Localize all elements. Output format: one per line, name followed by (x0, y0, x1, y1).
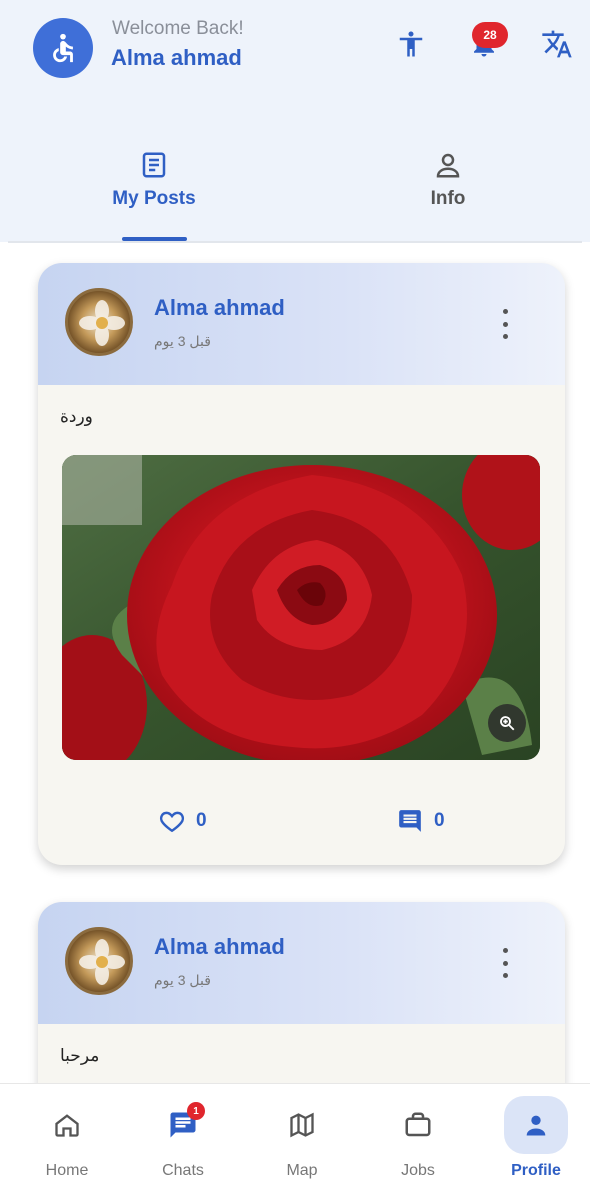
wheelchair-icon (53, 33, 73, 63)
comment-icon (399, 810, 421, 832)
post-text: مرحبا (60, 1046, 100, 1066)
tab-info[interactable]: Info (368, 150, 528, 230)
translate-icon (542, 30, 572, 58)
nav-map[interactable]: Map (247, 1084, 357, 1186)
nav-profile[interactable]: Profile (481, 1084, 590, 1186)
post-time: قبل 3 يوم (154, 972, 211, 988)
post-menu-button[interactable] (493, 309, 517, 339)
app-header: Welcome Back! Alma ahmad 28 My Posts Inf… (0, 0, 590, 242)
heart-icon (159, 811, 185, 833)
translate-button[interactable] (535, 22, 579, 66)
comment-count: 0 (434, 810, 445, 831)
zoom-in-icon (500, 716, 515, 731)
map-icon (290, 1112, 314, 1138)
notification-badge: 28 (472, 22, 508, 48)
nav-jobs[interactable]: Jobs (363, 1084, 473, 1186)
author-avatar[interactable] (65, 288, 133, 356)
bottom-navigation: Home 1 Chats Map Jobs Profile (0, 1083, 590, 1186)
username: Alma ahmad (111, 45, 242, 70)
accessibility-avatar[interactable] (33, 18, 93, 78)
welcome-text: Welcome Back! (112, 18, 244, 39)
tab-my-posts[interactable]: My Posts (74, 150, 234, 230)
zoom-button[interactable] (488, 704, 526, 742)
post-card: Alma ahmad قبل 3 يوم وردة 0 0 (38, 263, 565, 865)
nav-label: Jobs (401, 1162, 435, 1179)
post-image[interactable] (62, 455, 540, 760)
chat-badge: 1 (187, 1102, 205, 1120)
person-icon (436, 153, 460, 178)
like-count: 0 (196, 810, 207, 831)
person-icon (526, 1115, 546, 1136)
red-rose-photo (62, 455, 540, 760)
nav-chats[interactable]: 1 Chats (128, 1084, 238, 1186)
nav-label: Chats (162, 1162, 204, 1179)
post-time: قبل 3 يوم (154, 333, 211, 349)
post-author[interactable]: Alma ahmad (154, 934, 285, 960)
header-divider (8, 241, 582, 243)
nav-label: Profile (511, 1162, 561, 1179)
comment-button[interactable]: 0 (396, 808, 445, 834)
accessibility-button[interactable] (389, 22, 433, 66)
post-menu-button[interactable] (493, 948, 517, 978)
more-vert-icon (502, 309, 508, 314)
author-avatar[interactable] (65, 927, 133, 995)
post-text: وردة (60, 407, 93, 427)
more-vert-icon (502, 948, 508, 953)
document-icon (142, 152, 166, 178)
nav-home[interactable]: Home (12, 1084, 122, 1186)
post-author[interactable]: Alma ahmad (154, 295, 285, 321)
tab-label: Info (430, 188, 466, 209)
nav-label: Map (286, 1162, 318, 1179)
accessibility-person-icon (399, 31, 423, 57)
briefcase-icon (405, 1112, 431, 1137)
nav-label: Home (45, 1162, 89, 1179)
home-icon (55, 1114, 79, 1137)
tab-label: My Posts (112, 188, 196, 209)
like-button[interactable]: 0 (158, 808, 207, 834)
